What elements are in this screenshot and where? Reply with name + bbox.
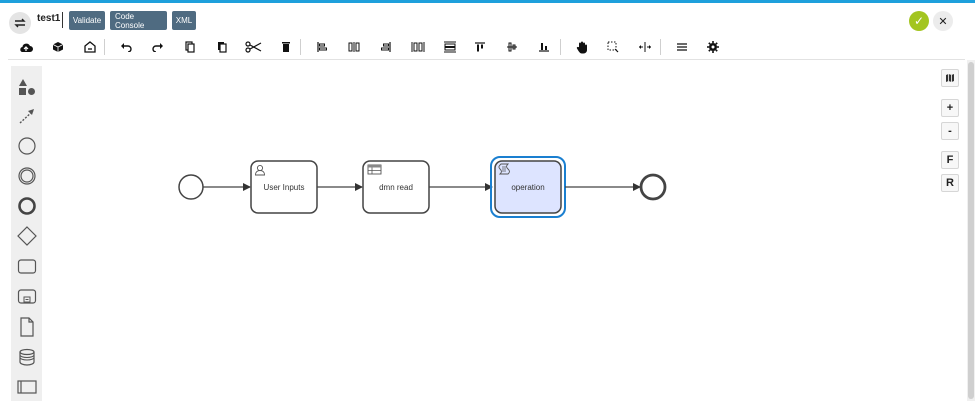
zoom-out-button[interactable]: - — [941, 122, 959, 140]
start-event[interactable] — [178, 174, 204, 200]
fit-button[interactable]: F — [941, 151, 959, 169]
task-label: User Inputs — [263, 183, 305, 192]
table-icon — [367, 164, 382, 175]
bpmn-diagram — [178, 156, 667, 218]
task-label: dmn read — [379, 183, 413, 192]
task-label: operation — [511, 183, 545, 192]
map-icon[interactable] — [941, 69, 959, 87]
zoom-in-button[interactable]: + — [941, 99, 959, 117]
scrollbar-thumb[interactable] — [968, 62, 974, 399]
end-event[interactable] — [639, 173, 667, 201]
reset-button[interactable]: R — [941, 174, 959, 192]
